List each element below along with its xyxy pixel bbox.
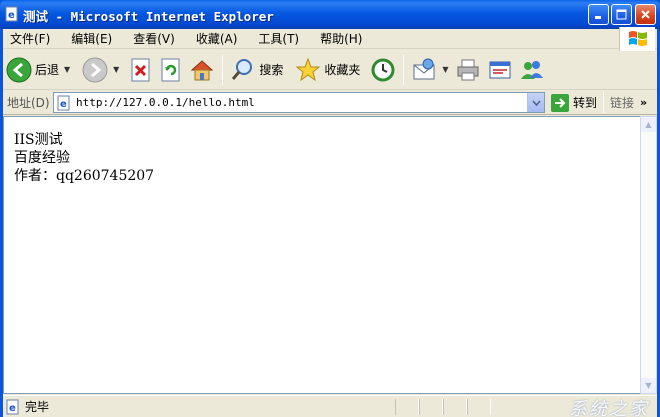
home-icon [191,59,214,80]
page-line-title: IIS测试 [14,132,63,148]
status-text: 完毕 [25,400,50,414]
messenger-icon [520,60,543,79]
mail-icon [413,58,435,79]
go-button[interactable]: 转到 [551,93,598,112]
back-dropdown-icon[interactable]: ▼ [64,65,70,74]
back-button[interactable]: 后退 ▼ [3,53,73,87]
svg-text:e: e [60,99,67,110]
address-input[interactable] [76,93,526,112]
forward-button[interactable]: ▼ [79,53,122,87]
links-chevron-icon[interactable]: » [640,96,647,109]
status-panel [467,399,491,415]
print-button[interactable] [452,53,484,87]
mail-button[interactable]: ▼ [408,53,451,87]
go-arrow-icon [551,93,569,112]
print-icon [457,59,479,80]
close-icon [641,10,650,19]
links-separator [603,92,605,113]
status-panel [443,399,467,415]
page-line-source: 百度经验 [14,150,70,166]
favorites-label: 收藏夹 [324,63,361,77]
page-line-author: 作者：qq260745207 [14,168,155,184]
menu-bar: 文件(F) 编辑(E) 查看(V) 收藏(A) 工具(T) 帮助(H) [3,27,657,51]
watermark: 系统之家 [569,399,649,417]
toolbar-separator [222,54,224,85]
forward-dropdown-icon[interactable]: ▼ [113,65,119,74]
menu-file[interactable]: 文件(F) [3,29,56,49]
address-label: 地址(D) [7,96,50,110]
client-area: 文件(F) 编辑(E) 查看(V) 收藏(A) 工具(T) 帮助(H) 后退 ▼… [3,27,657,417]
maximize-button[interactable] [611,4,632,25]
svg-text:e: e [9,403,16,414]
menu-edit[interactable]: 编辑(E) [64,29,118,49]
refresh-button[interactable] [156,53,186,87]
standard-toolbar: 后退 ▼ ▼ 搜索 收藏夹 ▼ [3,50,657,90]
mail-dropdown-icon[interactable]: ▼ [442,65,448,74]
window-title: 测试 - Microsoft Internet Explorer [23,9,274,24]
scroll-down-icon[interactable]: ▼ [641,378,656,393]
menu-help[interactable]: 帮助(H) [313,29,368,49]
ie-window: e 测试 - Microsoft Internet Explorer 文件(F)… [0,0,660,417]
home-button[interactable] [186,53,218,87]
title-bar[interactable]: e 测试 - Microsoft Internet Explorer [0,0,660,29]
back-icon [6,57,32,82]
favorites-button[interactable]: 收藏夹 [292,53,363,87]
minimize-button[interactable] [588,4,609,25]
ie-page-icon: e [57,95,70,110]
minimize-icon [595,16,601,19]
edit-button[interactable] [484,53,516,87]
search-icon [232,58,253,80]
back-label: 后退 [35,63,60,77]
vertical-scrollbar[interactable]: ▲ ▼ [640,116,657,394]
address-dropdown-button[interactable] [527,93,544,112]
history-icon [371,58,395,81]
favorites-icon [295,57,321,81]
status-panel [419,399,443,415]
stop-icon [131,58,150,81]
svg-text:e: e [8,10,15,21]
address-box[interactable]: e [53,92,545,113]
edit-icon [489,61,511,78]
stop-button[interactable] [126,53,156,87]
toolbar-separator [403,54,405,85]
ie-page-icon: e [6,399,19,414]
history-button[interactable] [367,53,399,87]
ie-page-icon: e [5,6,18,22]
scroll-up-icon[interactable]: ▲ [641,117,656,132]
page-text: IIS测试 百度经验 作者：qq260745207 [14,131,154,185]
windows-flag-icon [628,31,647,46]
menu-view[interactable]: 查看(V) [126,29,181,49]
search-button[interactable]: 搜索 [227,53,286,87]
status-bar: e 完毕 [3,395,657,417]
menu-favorites[interactable]: 收藏(A) [189,29,244,49]
refresh-icon [161,58,180,81]
address-bar: 地址(D) e 转到 链接 » [3,91,657,115]
messenger-button[interactable] [516,53,548,87]
links-label[interactable]: 链接 [610,94,634,111]
close-button[interactable] [635,4,656,25]
page-content: IIS测试 百度经验 作者：qq260745207 [3,116,640,394]
status-panels [395,399,491,415]
go-label: 转到 [573,96,598,110]
windows-logo [619,27,655,51]
maximize-icon [616,9,627,20]
forward-icon [82,57,108,82]
search-label: 搜索 [259,63,284,77]
chevron-down-icon [531,100,541,106]
menu-tools[interactable]: 工具(T) [251,29,305,49]
status-panel [395,399,419,415]
